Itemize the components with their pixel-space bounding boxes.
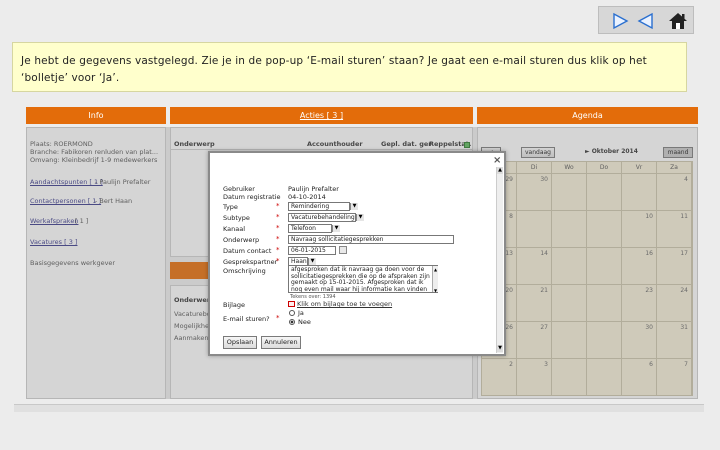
gebruiker-value: Paulijn Prefalter bbox=[288, 185, 339, 193]
chevron-down-icon[interactable]: ▼ bbox=[350, 203, 358, 210]
acties-panel-header: Acties [ 3 ] bbox=[170, 107, 473, 124]
info-panel-header: Info bbox=[26, 107, 166, 124]
calendar-icon[interactable] bbox=[339, 246, 347, 254]
annuleren-button[interactable]: Annuleren bbox=[261, 336, 301, 349]
onderwerp-label: Onderwerp bbox=[223, 236, 260, 244]
next-button[interactable] bbox=[607, 10, 633, 32]
opslaan-button[interactable]: Opslaan bbox=[223, 336, 257, 349]
chevron-down-icon[interactable]: ▼ bbox=[308, 258, 316, 265]
bijlage-label: Bijlage bbox=[223, 301, 245, 309]
scroll-down-icon[interactable]: ▼ bbox=[497, 345, 503, 352]
modal-scrollbar[interactable]: ▲ ▼ bbox=[496, 167, 503, 353]
type-label: Type bbox=[223, 203, 238, 211]
horizontal-scrollbar[interactable] bbox=[14, 404, 704, 412]
chevron-down-icon[interactable]: ▼ bbox=[332, 225, 340, 232]
home-button[interactable] bbox=[665, 10, 691, 32]
subtype-label: Subtype bbox=[223, 214, 250, 222]
chevron-down-icon[interactable]: ▼ bbox=[356, 214, 364, 221]
previous-button[interactable] bbox=[633, 10, 659, 32]
email-nee-label[interactable]: Nee bbox=[298, 318, 311, 326]
subtype-select[interactable]: Vacaturebehandeling bbox=[288, 213, 356, 222]
omschrijving-label: Omschrijving bbox=[223, 267, 266, 275]
instruction-text: Je hebt de gegevens vastgelegd. Zie je i… bbox=[12, 42, 687, 92]
agenda-panel-header: Agenda bbox=[477, 107, 698, 124]
close-icon[interactable]: × bbox=[493, 155, 501, 166]
registration-modal: × ▲ ▼ Gebruiker Paulijn Prefalter Datum … bbox=[208, 151, 506, 356]
type-select[interactable]: Remindering bbox=[288, 202, 350, 211]
required-marker: * bbox=[276, 202, 280, 210]
datum-registratie-value: 04-10-2014 bbox=[288, 193, 326, 201]
omschrijving-textarea[interactable]: afgesproken dat ik navraag ga doen voor … bbox=[288, 265, 438, 293]
bijlage-add-link[interactable]: Klik om bijlage toe te voegen bbox=[297, 300, 392, 308]
datum-registratie-label: Datum registratie bbox=[223, 193, 281, 201]
email-ja-radio[interactable] bbox=[289, 310, 295, 316]
navigation-toolbar bbox=[598, 6, 694, 34]
gesprekspartner-label: Gesprekspartner bbox=[223, 258, 278, 266]
gesprekspartner-select-value: Haan bbox=[291, 258, 307, 265]
subtype-select-value: Vacaturebehandeling bbox=[291, 214, 355, 221]
required-marker: * bbox=[276, 314, 280, 322]
required-marker: * bbox=[276, 257, 280, 265]
required-marker: * bbox=[276, 246, 280, 254]
gebruiker-label: Gebruiker bbox=[223, 185, 255, 193]
home-icon bbox=[669, 13, 687, 29]
paperclip-icon bbox=[288, 301, 295, 307]
play-right-icon bbox=[613, 12, 629, 30]
required-marker: * bbox=[276, 235, 280, 243]
kanaal-label: Kanaal bbox=[223, 225, 246, 233]
required-marker: * bbox=[276, 213, 280, 221]
datum-contact-label: Datum contact bbox=[223, 247, 272, 255]
acties-title[interactable]: Acties [ 3 ] bbox=[300, 111, 343, 120]
kanaal-select[interactable]: Telefoon bbox=[288, 224, 332, 233]
kanaal-select-value: Telefoon bbox=[291, 225, 316, 232]
datum-contact-input[interactable]: 06-01-2015 bbox=[288, 246, 336, 255]
required-marker: * bbox=[276, 224, 280, 232]
email-ja-label[interactable]: Ja bbox=[298, 309, 304, 317]
textarea-scrollbar[interactable]: ▲ ▼ bbox=[432, 266, 438, 293]
email-sturen-label: E-mail sturen? bbox=[223, 315, 270, 323]
type-select-value: Remindering bbox=[291, 203, 330, 210]
scroll-up-icon[interactable]: ▲ bbox=[497, 167, 503, 174]
email-nee-radio[interactable] bbox=[289, 319, 295, 325]
onderwerp-input[interactable]: Navraag sollicitatiegesprekken bbox=[288, 235, 454, 244]
play-left-icon bbox=[637, 12, 653, 30]
